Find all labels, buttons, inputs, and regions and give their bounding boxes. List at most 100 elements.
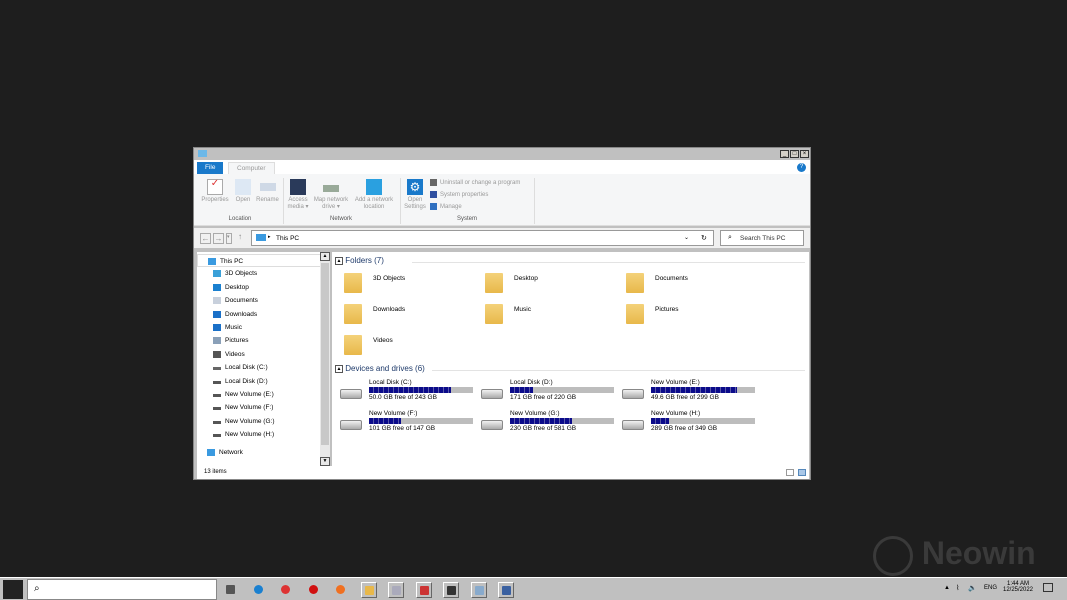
taskbar-opera[interactable] [306,582,322,598]
map-network-drive-button[interactable]: Map network drive ▾ [311,179,351,211]
nav-item-desktop[interactable]: Desktop [197,281,321,294]
nav-item-drive-h[interactable]: New Volume (H:) [197,428,321,441]
language-indicator[interactable]: ENG [984,585,997,591]
uninstall-program-button[interactable]: Uninstall or change a program [430,179,520,187]
scroll-up-button[interactable]: ▲ [320,252,330,261]
network-drive-icon [323,185,339,192]
tab-file[interactable]: File [197,162,224,174]
address-bar[interactable]: ▸ This PC ⌄ ↻ [251,230,714,246]
access-media-button[interactable]: Access media ▾ [286,179,310,211]
date: 12/25/2022 [1002,587,1034,593]
drive-name: Local Disk (D:) [510,379,553,386]
forward-button[interactable]: → [213,233,224,244]
drives-header[interactable]: ▲ Devices and drives (6) [335,364,425,373]
folder-item[interactable]: Pictures [618,301,758,329]
nav-item-music[interactable]: Music [197,321,321,334]
folder-icon [626,273,644,293]
taskbar-settings[interactable] [443,582,459,598]
nav-item-drive-e[interactable]: New Volume (E:) [197,388,321,401]
system-properties-button[interactable]: System properties [430,191,488,199]
taskbar-edge[interactable] [251,582,267,598]
drive-item[interactable]: New Volume (E:) 49.6 GB free of 299 GB [614,379,755,409]
nav-item-videos[interactable]: Videos [197,348,321,361]
minimize-button[interactable]: _ [780,150,789,158]
large-icons-view-button[interactable] [798,469,806,476]
search-box[interactable]: ⌕ [27,579,217,600]
nav-item-pictures[interactable]: Pictures [197,334,321,347]
maximize-button[interactable]: □ [790,150,799,158]
folder-item[interactable]: Downloads [336,301,476,329]
nav-item-label: New Volume (G:) [225,417,275,425]
taskbar-firefox[interactable] [333,582,349,598]
taskbar-app[interactable] [498,582,514,598]
taskbar-paint3d[interactable] [415,582,432,598]
folder-icon [344,335,362,355]
hard-drive-icon [340,389,362,399]
taskbar-task-view[interactable] [223,582,239,598]
scrollbar-thumb[interactable] [321,263,329,445]
drive-f-icon [213,407,221,411]
tab-computer[interactable]: Computer [228,162,275,174]
refresh-icon[interactable]: ↻ [701,234,707,242]
search-icon: ⌕ [34,583,40,594]
nav-item-drive-f[interactable]: New Volume (F:) [197,401,321,414]
folder-item[interactable]: Documents [618,270,758,298]
nav-item-downloads[interactable]: Downloads [197,308,321,321]
start-button[interactable] [3,580,23,599]
search-input[interactable]: ⌕ Search This PC [720,230,804,246]
rename-button[interactable]: Rename [255,179,280,204]
folder-item[interactable]: Music [477,301,617,329]
label: Manage [440,204,462,211]
folder-item[interactable]: 3D Objects [336,270,476,298]
system-properties-icon [430,191,437,198]
volume-icon[interactable]: 🔈 [968,584,977,592]
manage-button[interactable]: Manage [430,203,462,211]
show-hidden-icons[interactable]: ▲ [944,585,950,591]
nav-item-documents[interactable]: Documents [197,294,321,307]
nav-item-label: Local Disk (C:) [225,364,268,372]
taskbar-notepad[interactable] [470,582,487,598]
nav-item-network[interactable]: Network [197,446,321,459]
open-settings-button[interactable]: ⚙ Open Settings [402,179,428,211]
notification-icon[interactable] [1043,583,1053,592]
taskbar-chrome[interactable] [278,582,294,598]
nav-item-drive-c[interactable]: Local Disk (C:) [197,361,321,374]
drive-c-icon [213,367,221,371]
properties-button[interactable]: ✓ Properties [199,179,231,204]
drive-item[interactable]: New Volume (G:) 230 GB free of 581 GB [473,410,614,440]
neowin-watermark: Neowin [873,535,1036,576]
videos-icon [213,350,221,358]
nav-item-3d-objects[interactable]: 3D Objects [197,267,321,280]
close-button[interactable]: × [800,150,809,158]
drive-item[interactable]: Local Disk (C:) 50.0 GB free of 243 GB [332,379,473,409]
drive-item[interactable]: Local Disk (D:) 171 GB free of 220 GB [473,379,614,409]
nav-item-this-pc[interactable]: This PC [197,254,321,267]
recent-locations-button[interactable]: ▾ [226,233,232,244]
folders-header[interactable]: ▲ Folders (7) [335,256,384,265]
network-icon[interactable]: ⌇ [956,584,959,592]
drive-item[interactable]: New Volume (F:) 101 GB free of 147 GB [332,410,473,440]
nav-scrollbar[interactable]: ▲ ▼ [320,252,330,466]
add-network-location-button[interactable]: Add a network location [352,179,396,211]
chevron-down-icon[interactable]: ⌄ [684,234,689,241]
item-count: 13 items [204,469,227,475]
nav-item-label: Documents [225,297,258,305]
taskbar-file-explorer[interactable] [360,582,377,598]
details-view-button[interactable] [786,469,794,476]
back-button[interactable]: ← [200,233,211,244]
nav-item-drive-g[interactable]: New Volume (G:) [197,415,321,428]
clock[interactable]: 1:44 AM 12/25/2022 [1000,581,1036,593]
open-button[interactable]: Open [233,179,253,204]
taskbar-explorer-window[interactable] [388,582,404,598]
drive-item[interactable]: New Volume (H:) 289 GB free of 349 GB [614,410,755,440]
drive-g-icon [213,420,221,424]
title-bar[interactable]: _ □ × [194,148,810,160]
collapse-icon[interactable]: ▲ [335,256,343,265]
help-button[interactable]: ? [797,163,806,172]
up-button[interactable]: ↑ [238,232,242,241]
scroll-down-button[interactable]: ▼ [320,457,330,466]
folder-item[interactable]: Desktop [477,270,617,298]
collapse-icon[interactable]: ▲ [335,364,343,373]
folder-item[interactable]: Videos [336,332,476,360]
nav-item-drive-d[interactable]: Local Disk (D:) [197,375,321,388]
